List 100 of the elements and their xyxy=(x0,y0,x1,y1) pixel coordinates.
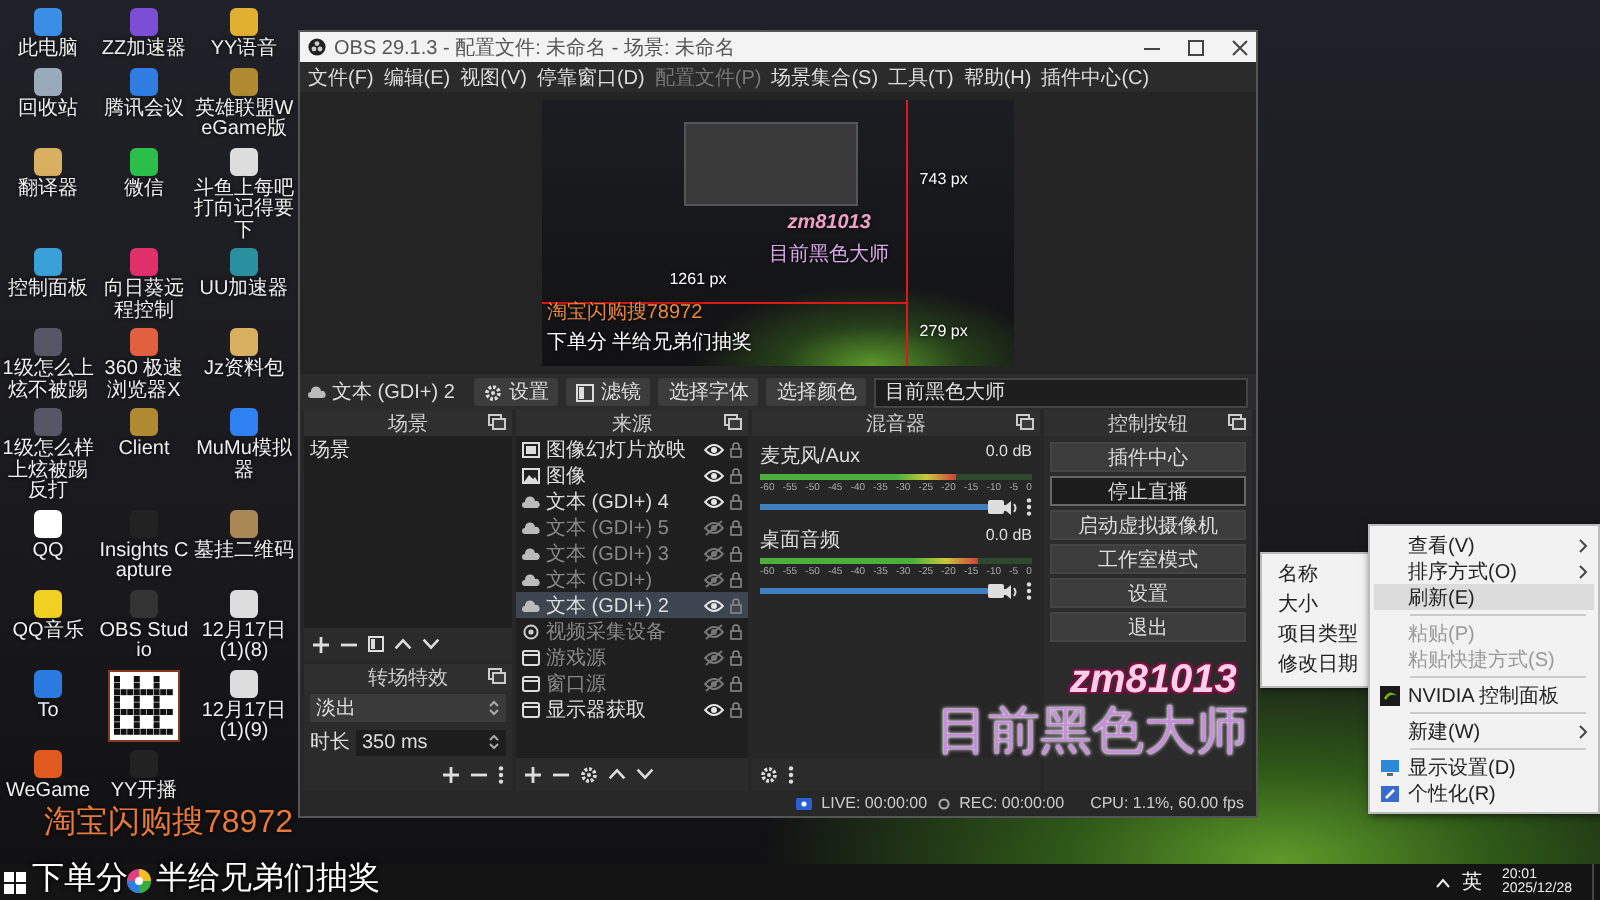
lock-icon[interactable] xyxy=(730,597,742,613)
control-button[interactable]: 工作室模式 xyxy=(1050,544,1246,574)
eye-hidden-icon[interactable] xyxy=(704,519,724,535)
eye-icon[interactable] xyxy=(704,467,724,483)
more-icon[interactable] xyxy=(788,765,794,783)
eye-hidden-icon[interactable] xyxy=(704,623,724,639)
lock-icon[interactable] xyxy=(730,675,742,691)
menu-item[interactable]: 插件中心(C) xyxy=(1041,63,1150,91)
shortcut-icon[interactable] xyxy=(34,67,62,95)
speaker-icon[interactable] xyxy=(1002,583,1020,599)
shortcut-icon[interactable] xyxy=(230,8,258,36)
source-item[interactable]: 窗口源 xyxy=(546,669,698,697)
toolbar-button[interactable]: 选择颜色 xyxy=(766,378,867,406)
source-item[interactable]: 文本 (GDI+) 3 xyxy=(546,539,698,567)
lock-icon[interactable] xyxy=(730,649,742,665)
undock-icon[interactable] xyxy=(1016,414,1034,430)
context-menu-item[interactable]: 显示设置(D) xyxy=(1374,754,1594,780)
context-menu-item[interactable]: 查看(V) xyxy=(1374,532,1594,558)
move-down-icon[interactable] xyxy=(422,638,440,650)
shortcut-icon[interactable] xyxy=(230,669,258,697)
eye-icon[interactable] xyxy=(704,441,724,457)
menu-item[interactable]: 项目类型 xyxy=(1262,620,1370,650)
filter-icon[interactable] xyxy=(368,636,384,652)
shortcut-icon[interactable] xyxy=(34,509,62,537)
eye-icon[interactable] xyxy=(704,701,724,717)
lock-icon[interactable] xyxy=(730,701,742,717)
menu-item[interactable]: 大小 xyxy=(1262,590,1370,620)
source-item[interactable]: 图像幻灯片放映 xyxy=(546,435,698,463)
lock-icon[interactable] xyxy=(730,493,742,509)
menu-item[interactable]: 工具(T) xyxy=(888,63,954,91)
transition-dropdown[interactable]: 淡出 xyxy=(310,694,506,722)
move-up-icon[interactable] xyxy=(608,768,626,780)
shortcut-icon[interactable] xyxy=(34,589,62,617)
context-menu-item[interactable]: 新建(W) xyxy=(1374,718,1594,744)
eye-icon[interactable] xyxy=(704,597,724,613)
shortcut-icon[interactable] xyxy=(34,248,62,276)
source-item[interactable]: 图像 xyxy=(546,461,698,489)
menu-item[interactable]: 编辑(E) xyxy=(383,63,451,91)
menu-item[interactable]: 场景集合(S) xyxy=(771,63,879,91)
shortcut-icon[interactable] xyxy=(34,147,62,175)
eye-hidden-icon[interactable] xyxy=(704,649,724,665)
settings-icon[interactable] xyxy=(760,765,778,783)
lock-icon[interactable] xyxy=(730,623,742,639)
more-icon[interactable] xyxy=(498,765,504,783)
input-method-indicator[interactable]: 英 xyxy=(1461,868,1482,896)
source-item[interactable]: 视频采集设备 xyxy=(546,617,698,645)
control-button[interactable]: 设置 xyxy=(1050,578,1246,608)
control-button[interactable]: 插件中心 xyxy=(1050,442,1246,472)
eye-hidden-icon[interactable] xyxy=(704,675,724,691)
source-item[interactable]: 文本 (GDI+) 5 xyxy=(546,513,698,541)
settings-icon[interactable] xyxy=(484,383,503,401)
control-button[interactable]: 退出 xyxy=(1050,612,1246,642)
source-item[interactable]: 显示器获取 xyxy=(546,695,698,723)
source-item[interactable]: 文本 (GDI+) 4 xyxy=(546,487,698,515)
add-icon[interactable] xyxy=(312,635,330,653)
toolbar-button[interactable]: 滤镜 xyxy=(566,378,651,406)
menu-item[interactable]: 文件(F) xyxy=(308,63,374,91)
lock-icon[interactable] xyxy=(730,519,742,535)
speaker-icon[interactable] xyxy=(1002,499,1020,515)
add-icon[interactable] xyxy=(524,765,542,783)
undock-icon[interactable] xyxy=(488,668,506,684)
text-field[interactable]: 目前黑色大师 xyxy=(874,377,1248,407)
duration-field[interactable]: 350 ms xyxy=(356,729,506,755)
menu-item[interactable]: 停靠窗口(D) xyxy=(536,63,645,91)
more-icon[interactable] xyxy=(1026,498,1032,516)
close-icon[interactable] xyxy=(1232,39,1248,55)
shortcut-icon[interactable] xyxy=(230,589,258,617)
add-icon[interactable] xyxy=(442,765,460,783)
eye-hidden-icon[interactable] xyxy=(704,571,724,587)
maximize-icon[interactable] xyxy=(1188,39,1204,55)
source-item[interactable]: 游戏源 xyxy=(546,643,698,671)
lock-icon[interactable] xyxy=(730,467,742,483)
eye-hidden-icon[interactable] xyxy=(704,545,724,561)
shortcut-icon[interactable] xyxy=(230,328,258,356)
scene-item[interactable]: 场景 xyxy=(304,436,512,462)
undock-icon[interactable] xyxy=(724,414,742,430)
start-icon[interactable] xyxy=(4,871,26,893)
eye-icon[interactable] xyxy=(704,493,724,509)
menu-item[interactable]: 帮助(H) xyxy=(963,63,1032,91)
more-icon[interactable] xyxy=(1026,582,1032,600)
menu-item[interactable]: 修改日期 xyxy=(1262,650,1370,680)
lock-icon[interactable] xyxy=(730,571,742,587)
menu-item[interactable]: 视图(V) xyxy=(460,63,527,91)
undock-icon[interactable] xyxy=(488,414,506,430)
spinner-arrows-icon[interactable] xyxy=(488,734,500,750)
source-item[interactable]: 文本 (GDI+) xyxy=(546,565,698,593)
context-menu-item[interactable]: 排序方式(O) xyxy=(1374,558,1594,584)
spinner-arrows-icon[interactable] xyxy=(488,700,500,716)
context-menu-item[interactable]: NVIDIA 控制面板 xyxy=(1374,682,1594,708)
settings-icon[interactable] xyxy=(580,765,598,783)
menu-item[interactable]: 名称 xyxy=(1262,560,1370,590)
control-button[interactable]: 停止直播 xyxy=(1050,476,1246,506)
control-button[interactable]: 启动虚拟摄像机 xyxy=(1050,510,1246,540)
toolbar-button[interactable]: 选择字体 xyxy=(658,378,759,406)
lock-icon[interactable] xyxy=(730,545,742,561)
context-menu-item[interactable]: 个性化(R) xyxy=(1374,780,1594,806)
chevron-up-icon[interactable] xyxy=(1435,877,1450,887)
context-menu-item[interactable]: 刷新(E) xyxy=(1374,584,1594,610)
lock-icon[interactable] xyxy=(730,441,742,457)
toolbar-button[interactable]: 设置 xyxy=(474,378,559,406)
